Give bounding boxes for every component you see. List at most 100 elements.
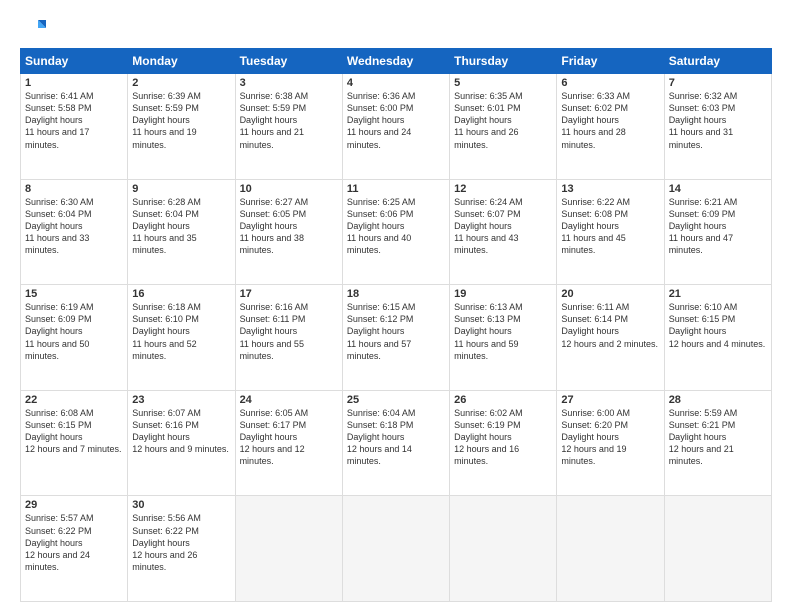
daylight-duration: 11 hours and 50 minutes. (25, 339, 89, 361)
daylight-label: Daylight hours (240, 115, 298, 125)
day-info: Sunrise: 6:35 AM Sunset: 6:01 PM Dayligh… (454, 90, 552, 151)
day-info: Sunrise: 6:36 AM Sunset: 6:00 PM Dayligh… (347, 90, 445, 151)
sunset-label: Sunset: 6:20 PM (561, 420, 628, 430)
day-info: Sunrise: 6:08 AM Sunset: 6:15 PM Dayligh… (25, 407, 123, 456)
day-number: 13 (561, 183, 659, 195)
sunset-label: Sunset: 6:17 PM (240, 420, 307, 430)
daylight-label: Daylight hours (561, 326, 619, 336)
col-saturday: Saturday (664, 49, 771, 74)
sunset-label: Sunset: 6:03 PM (669, 103, 736, 113)
sunset-label: Sunset: 5:59 PM (240, 103, 307, 113)
calendar-week-row: 29 Sunrise: 5:57 AM Sunset: 6:22 PM Dayl… (21, 496, 772, 602)
daylight-duration: 12 hours and 16 minutes. (454, 444, 519, 466)
sunset-label: Sunset: 6:12 PM (347, 314, 414, 324)
daylight-duration: 11 hours and 31 minutes. (669, 127, 733, 149)
daylight-duration: 12 hours and 21 minutes. (669, 444, 734, 466)
calendar-table: Sunday Monday Tuesday Wednesday Thursday… (20, 48, 772, 602)
sunset-label: Sunset: 6:22 PM (132, 526, 199, 536)
daylight-duration: 12 hours and 7 minutes. (25, 444, 122, 454)
logo-icon (24, 16, 46, 38)
calendar-week-row: 8 Sunrise: 6:30 AM Sunset: 6:04 PM Dayli… (21, 179, 772, 285)
day-number: 22 (25, 394, 123, 406)
daylight-duration: 11 hours and 47 minutes. (669, 233, 733, 255)
sunset-label: Sunset: 5:59 PM (132, 103, 199, 113)
table-row: 3 Sunrise: 6:38 AM Sunset: 5:59 PM Dayli… (235, 74, 342, 180)
day-info: Sunrise: 5:57 AM Sunset: 6:22 PM Dayligh… (25, 512, 123, 573)
table-row: 24 Sunrise: 6:05 AM Sunset: 6:17 PM Dayl… (235, 390, 342, 496)
daylight-duration: 11 hours and 21 minutes. (240, 127, 304, 149)
daylight-label: Daylight hours (132, 221, 190, 231)
calendar-week-row: 15 Sunrise: 6:19 AM Sunset: 6:09 PM Dayl… (21, 285, 772, 391)
sunset-label: Sunset: 6:11 PM (240, 314, 306, 324)
daylight-label: Daylight hours (669, 326, 727, 336)
day-number: 28 (669, 394, 767, 406)
sunrise-label: Sunrise: 6:25 AM (347, 197, 416, 207)
day-number: 17 (240, 288, 338, 300)
daylight-duration: 12 hours and 12 minutes. (240, 444, 305, 466)
day-number: 1 (25, 77, 123, 89)
day-number: 20 (561, 288, 659, 300)
page: Sunday Monday Tuesday Wednesday Thursday… (0, 0, 792, 612)
sunset-label: Sunset: 6:13 PM (454, 314, 521, 324)
day-info: Sunrise: 6:00 AM Sunset: 6:20 PM Dayligh… (561, 407, 659, 468)
day-number: 23 (132, 394, 230, 406)
sunrise-label: Sunrise: 6:41 AM (25, 91, 94, 101)
sunset-label: Sunset: 6:16 PM (132, 420, 199, 430)
table-row: 11 Sunrise: 6:25 AM Sunset: 6:06 PM Dayl… (342, 179, 449, 285)
sunset-label: Sunset: 6:06 PM (347, 209, 414, 219)
daylight-label: Daylight hours (561, 221, 619, 231)
sunrise-label: Sunrise: 6:18 AM (132, 302, 201, 312)
sunrise-label: Sunrise: 5:56 AM (132, 513, 201, 523)
calendar-week-row: 22 Sunrise: 6:08 AM Sunset: 6:15 PM Dayl… (21, 390, 772, 496)
daylight-duration: 12 hours and 2 minutes. (561, 339, 658, 349)
daylight-label: Daylight hours (669, 432, 727, 442)
sunset-label: Sunset: 6:22 PM (25, 526, 92, 536)
sunset-label: Sunset: 6:15 PM (669, 314, 736, 324)
daylight-duration: 11 hours and 19 minutes. (132, 127, 196, 149)
daylight-duration: 11 hours and 33 minutes. (25, 233, 89, 255)
day-info: Sunrise: 6:21 AM Sunset: 6:09 PM Dayligh… (669, 196, 767, 257)
day-number: 10 (240, 183, 338, 195)
day-number: 3 (240, 77, 338, 89)
daylight-label: Daylight hours (454, 432, 512, 442)
table-row: 2 Sunrise: 6:39 AM Sunset: 5:59 PM Dayli… (128, 74, 235, 180)
day-info: Sunrise: 6:02 AM Sunset: 6:19 PM Dayligh… (454, 407, 552, 468)
daylight-label: Daylight hours (25, 538, 83, 548)
sunset-label: Sunset: 6:04 PM (25, 209, 92, 219)
daylight-duration: 12 hours and 9 minutes. (132, 444, 229, 454)
day-info: Sunrise: 6:28 AM Sunset: 6:04 PM Dayligh… (132, 196, 230, 257)
table-row: 30 Sunrise: 5:56 AM Sunset: 6:22 PM Dayl… (128, 496, 235, 602)
table-row: 15 Sunrise: 6:19 AM Sunset: 6:09 PM Dayl… (21, 285, 128, 391)
sunrise-label: Sunrise: 6:36 AM (347, 91, 416, 101)
table-row: 14 Sunrise: 6:21 AM Sunset: 6:09 PM Dayl… (664, 179, 771, 285)
daylight-duration: 12 hours and 26 minutes. (132, 550, 197, 572)
col-monday: Monday (128, 49, 235, 74)
daylight-duration: 11 hours and 26 minutes. (454, 127, 518, 149)
day-info: Sunrise: 6:05 AM Sunset: 6:17 PM Dayligh… (240, 407, 338, 468)
sunrise-label: Sunrise: 6:02 AM (454, 408, 523, 418)
header (20, 16, 772, 38)
day-info: Sunrise: 6:22 AM Sunset: 6:08 PM Dayligh… (561, 196, 659, 257)
table-row: 4 Sunrise: 6:36 AM Sunset: 6:00 PM Dayli… (342, 74, 449, 180)
sunrise-label: Sunrise: 6:13 AM (454, 302, 523, 312)
day-info: Sunrise: 6:18 AM Sunset: 6:10 PM Dayligh… (132, 301, 230, 362)
day-number: 16 (132, 288, 230, 300)
daylight-duration: 11 hours and 28 minutes. (561, 127, 625, 149)
table-row: 13 Sunrise: 6:22 AM Sunset: 6:08 PM Dayl… (557, 179, 664, 285)
daylight-label: Daylight hours (240, 326, 298, 336)
sunset-label: Sunset: 6:19 PM (454, 420, 521, 430)
table-row: 10 Sunrise: 6:27 AM Sunset: 6:05 PM Dayl… (235, 179, 342, 285)
daylight-label: Daylight hours (454, 115, 512, 125)
daylight-label: Daylight hours (132, 115, 190, 125)
day-info: Sunrise: 6:38 AM Sunset: 5:59 PM Dayligh… (240, 90, 338, 151)
daylight-label: Daylight hours (347, 221, 405, 231)
table-row (235, 496, 342, 602)
table-row: 29 Sunrise: 5:57 AM Sunset: 6:22 PM Dayl… (21, 496, 128, 602)
table-row: 27 Sunrise: 6:00 AM Sunset: 6:20 PM Dayl… (557, 390, 664, 496)
daylight-duration: 12 hours and 24 minutes. (25, 550, 90, 572)
day-number: 24 (240, 394, 338, 406)
daylight-label: Daylight hours (669, 115, 727, 125)
daylight-label: Daylight hours (132, 538, 190, 548)
sunrise-label: Sunrise: 6:19 AM (25, 302, 94, 312)
day-number: 5 (454, 77, 552, 89)
